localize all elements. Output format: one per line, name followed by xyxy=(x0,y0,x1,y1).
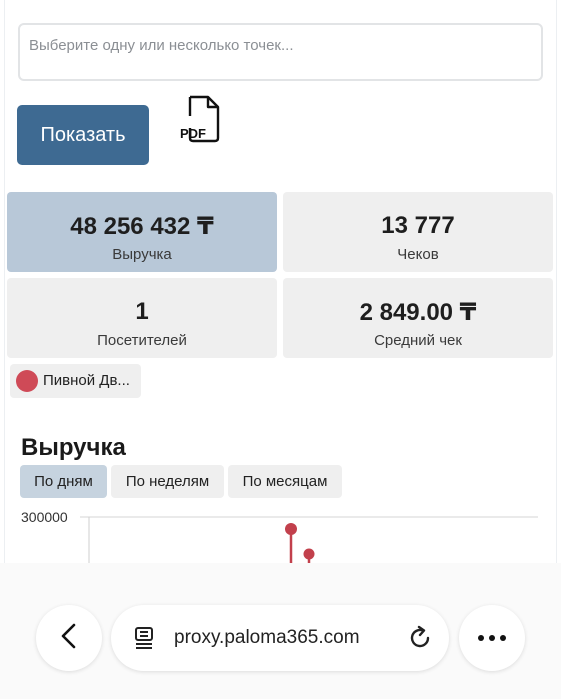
stat-label: Посетителей xyxy=(97,332,187,349)
reader-mode-icon[interactable] xyxy=(133,626,157,655)
tab-by-days[interactable]: По дням xyxy=(20,465,107,498)
tab-by-weeks[interactable]: По неделям xyxy=(111,465,224,498)
page: Выберите одну или несколько точек... Пок… xyxy=(0,0,561,699)
revenue-chart: 300000 xyxy=(21,509,538,565)
stat-card-visitors[interactable]: 1 Посетителей xyxy=(7,278,277,358)
chevron-left-icon xyxy=(58,622,80,655)
stat-label: Средний чек xyxy=(374,332,462,349)
pdf-export-icon[interactable]: PDF xyxy=(178,94,222,144)
stat-value: 1 xyxy=(135,298,149,325)
y-tick-label: 300000 xyxy=(21,509,68,525)
svg-text:PDF: PDF xyxy=(180,126,206,141)
stat-value: 2 849.00 ₸ xyxy=(359,299,477,326)
more-button[interactable] xyxy=(459,605,525,671)
address-bar[interactable]: proxy.paloma365.com xyxy=(111,605,449,671)
reload-icon[interactable] xyxy=(407,625,433,656)
tab-by-months[interactable]: По месяцам xyxy=(228,465,342,498)
section-title: Выручка xyxy=(21,434,126,461)
points-select[interactable]: Выберите одну или несколько точек... xyxy=(18,23,543,81)
url-text: proxy.paloma365.com xyxy=(174,627,360,648)
back-button[interactable] xyxy=(36,605,102,671)
data-point xyxy=(285,523,297,535)
points-select-placeholder: Выберите одну или несколько точек... xyxy=(29,37,294,54)
data-point xyxy=(303,548,315,560)
more-dots-icon xyxy=(477,629,507,647)
stat-card-revenue[interactable]: 48 256 432 ₸ Выручка xyxy=(7,192,277,272)
stat-card-checks[interactable]: 13 777 Чеков xyxy=(283,192,553,272)
stat-value: 48 256 432 ₸ xyxy=(70,213,214,240)
stat-label: Чеков xyxy=(397,246,439,263)
tab-label: По дням xyxy=(34,473,93,490)
store-legend-chip[interactable]: Пивной Дв... xyxy=(10,364,141,398)
stat-value: 13 777 xyxy=(381,212,455,239)
stat-card-average-check[interactable]: 2 849.00 ₸ Средний чек xyxy=(283,278,553,358)
tab-label: По месяцам xyxy=(242,473,328,490)
store-color-dot xyxy=(16,370,38,392)
tab-label: По неделям xyxy=(125,473,210,490)
show-button[interactable]: Показать xyxy=(17,105,149,165)
stat-label: Выручка xyxy=(112,246,172,263)
store-chip-label: Пивной Дв... xyxy=(43,372,130,389)
